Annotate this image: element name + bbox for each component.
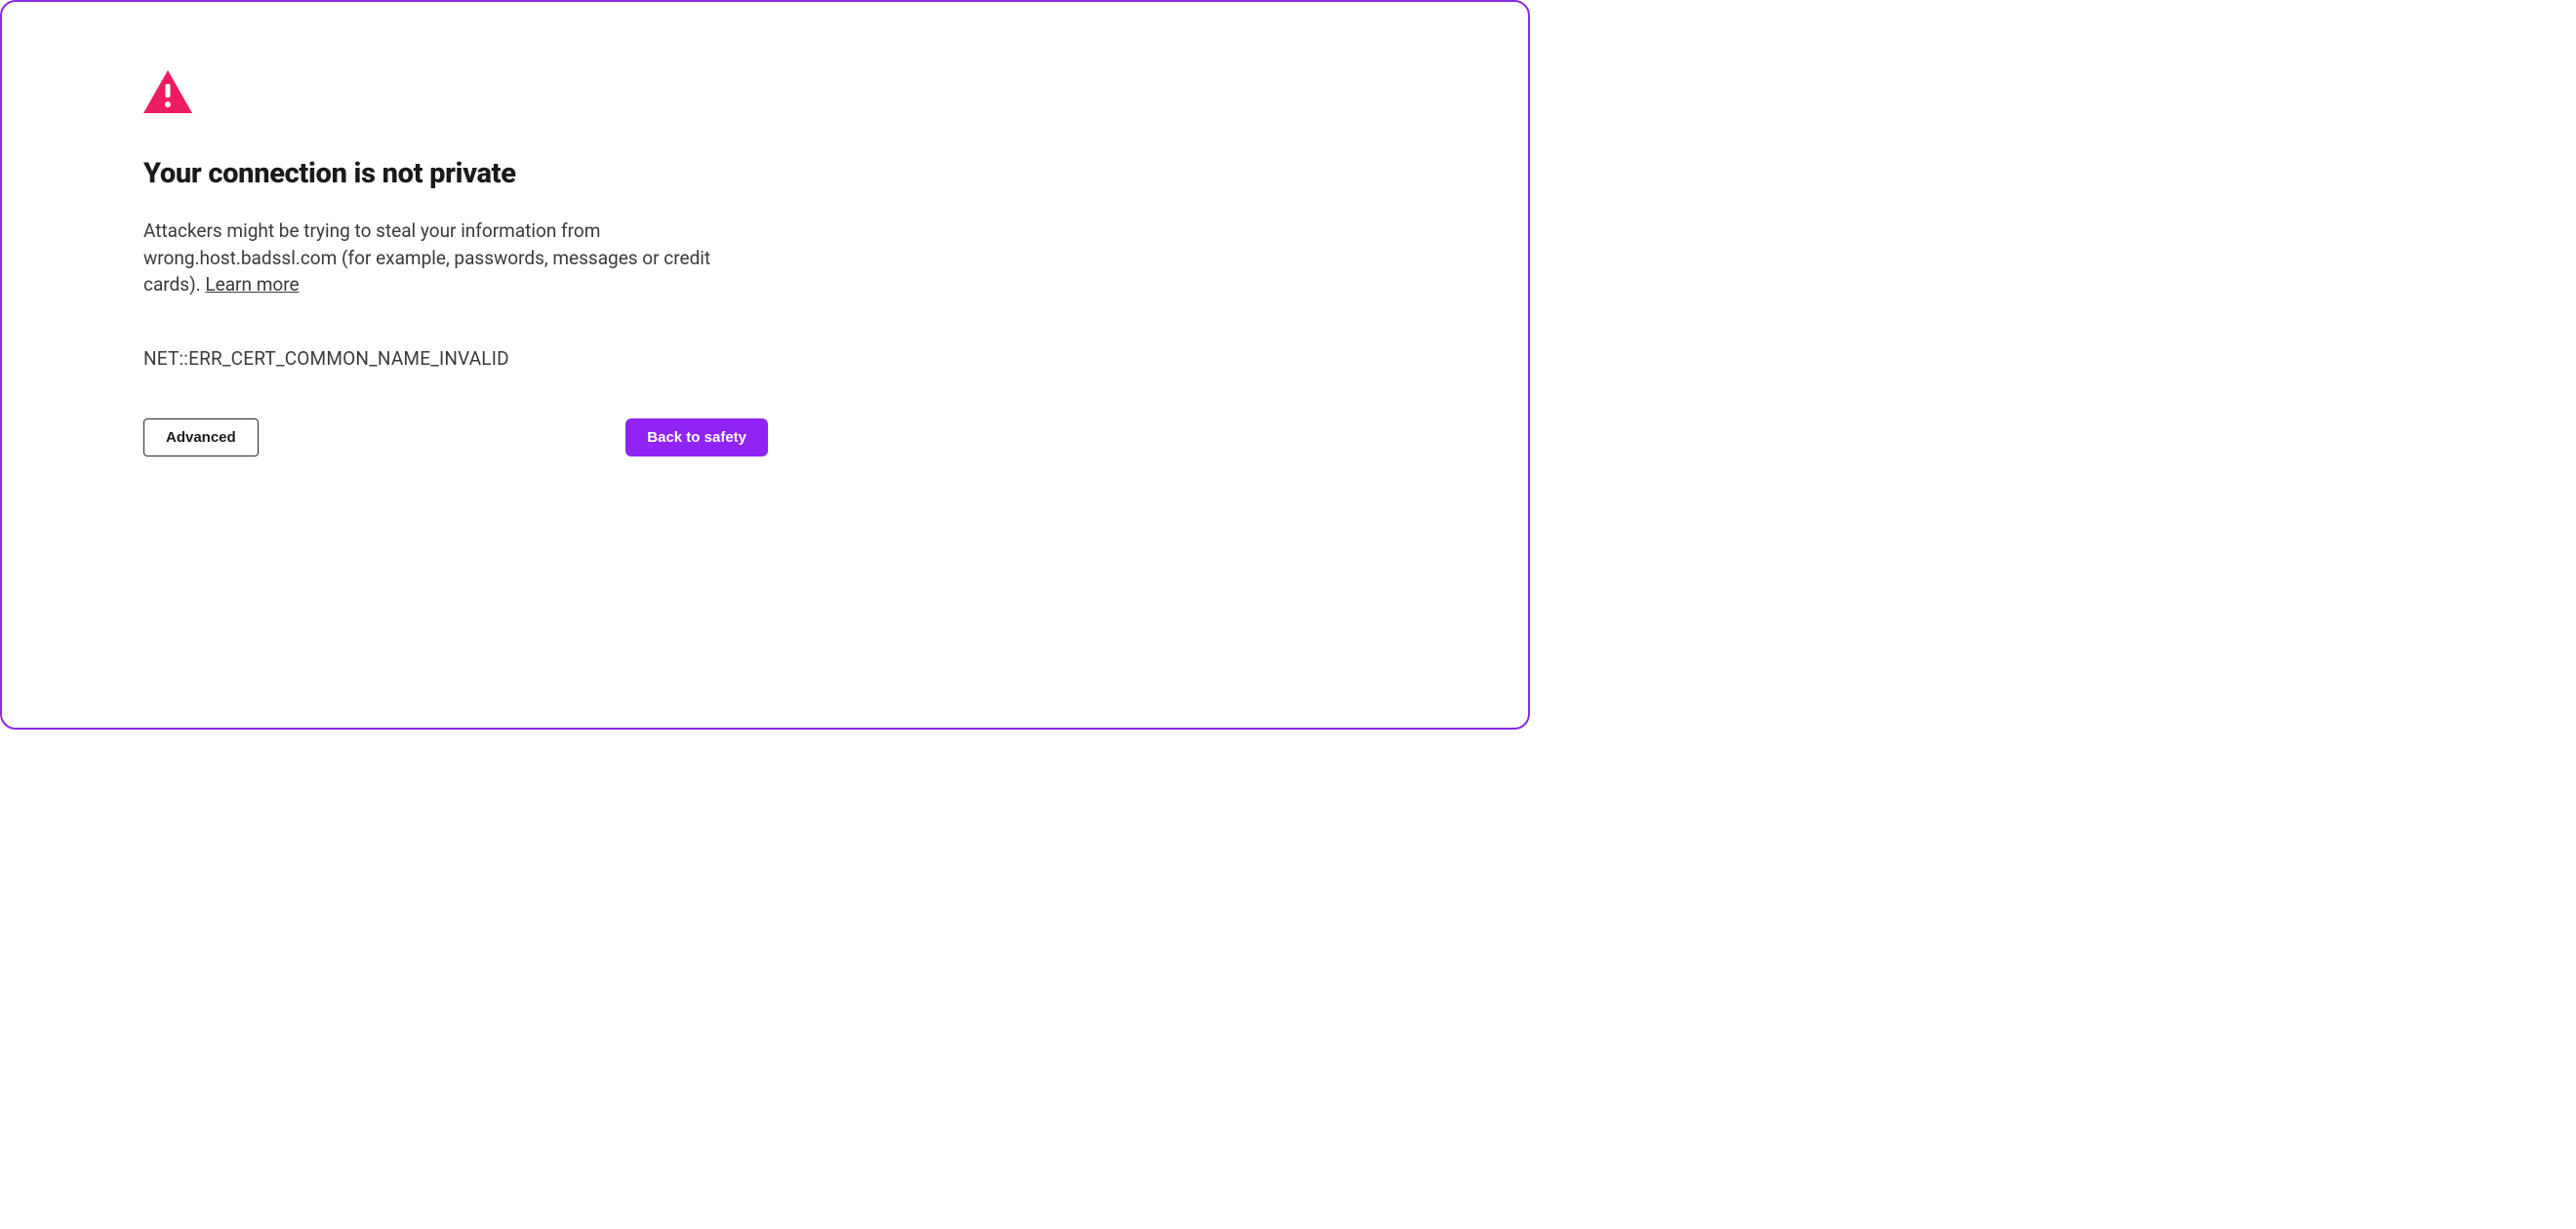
- back-to-safety-button[interactable]: Back to safety: [625, 418, 768, 456]
- page-title: Your connection is not private: [143, 157, 768, 190]
- content-area: Your connection is not private Attackers…: [143, 70, 768, 456]
- privacy-error-page: Your connection is not private Attackers…: [0, 0, 1530, 730]
- advanced-button[interactable]: Advanced: [143, 418, 259, 456]
- warning-description: Attackers might be trying to steal your …: [143, 218, 768, 298]
- warning-triangle-icon: [143, 70, 192, 113]
- button-row: Advanced Back to safety: [143, 418, 768, 456]
- error-code: NET::ERR_CERT_COMMON_NAME_INVALID: [143, 347, 768, 370]
- learn-more-link[interactable]: Learn more: [205, 273, 299, 296]
